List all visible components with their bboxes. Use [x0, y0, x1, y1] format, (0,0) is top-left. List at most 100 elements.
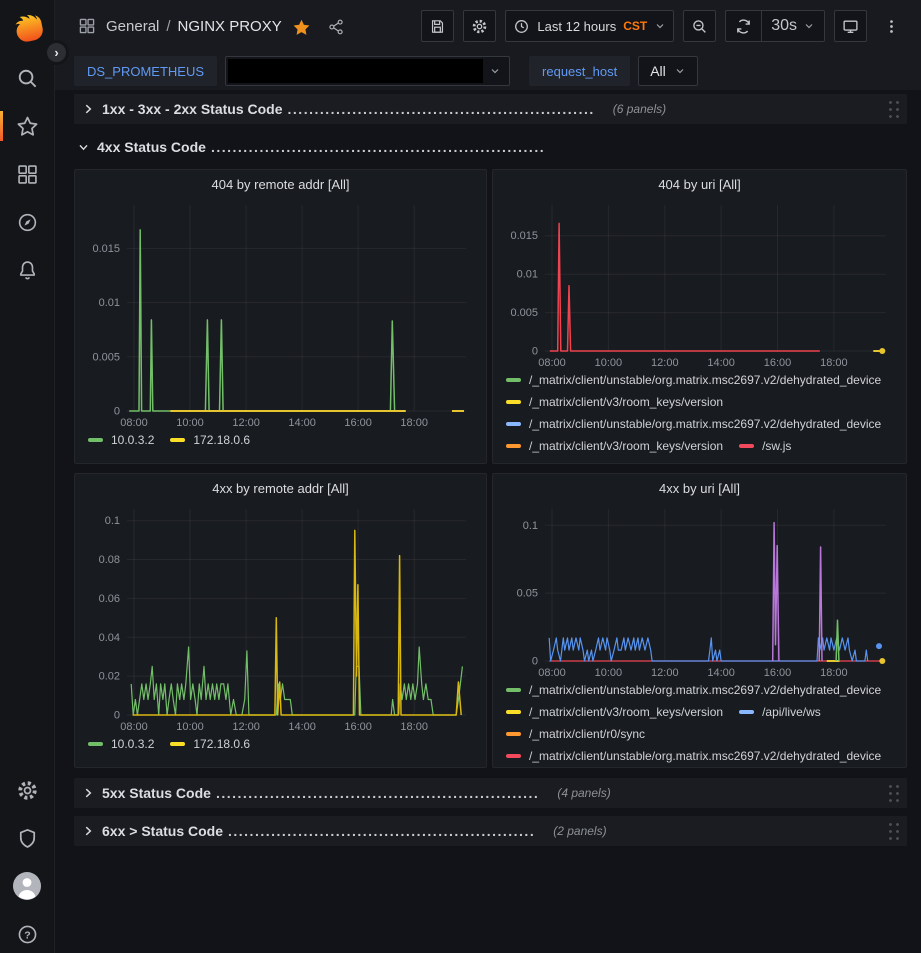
svg-text:16:00: 16:00 [344, 721, 372, 733]
datasource-variable-dropdown[interactable] [225, 56, 510, 86]
legend-series-label: 10.0.3.2 [111, 433, 154, 447]
panel-header[interactable]: 4xx by uri [All] [501, 477, 898, 501]
legend-row: /_matrix/client/unstable/org.matrix.msc2… [506, 679, 898, 701]
row-6xx[interactable]: 6xx > Status Code ......................… [74, 816, 907, 846]
svg-text:18:00: 18:00 [400, 721, 428, 733]
dashboard-grid-icon[interactable] [78, 17, 96, 35]
refresh-controls: 30s [725, 10, 825, 42]
grafana-logo[interactable] [10, 8, 45, 43]
share-icon[interactable] [327, 18, 345, 36]
row-1xx-3xx-2xx[interactable]: 1xx - 3xx - 2xx Status Code ............… [74, 94, 907, 124]
legend-item[interactable]: 172.18.0.6 [170, 433, 250, 447]
variable-label-ds-prometheus[interactable]: DS_PROMETHEUS [74, 56, 217, 86]
legend-series-label: /_matrix/client/v3/room_keys/version [529, 705, 723, 719]
svg-text:10:00: 10:00 [595, 667, 623, 679]
legend-item[interactable]: /api/live/ws [739, 705, 821, 719]
legend-series-label: /_matrix/client/v3/room_keys/version [529, 439, 723, 453]
panel-404-by-uri: 404 by uri [All] 00.0050.010.01508:0010:… [492, 169, 907, 464]
timeseries-chart[interactable]: 00.0050.010.01508:0010:0012:0014:0016:00… [83, 197, 478, 429]
svg-text:0: 0 [532, 656, 538, 668]
legend-item[interactable]: /_matrix/client/r0/sync [506, 727, 645, 741]
row-title: 4xx Status Code [97, 139, 206, 155]
variable-label-request-host[interactable]: request_host [529, 56, 630, 86]
legend-series-swatch [506, 444, 521, 448]
search-icon[interactable] [16, 67, 39, 90]
row-panel-count: (4 panels) [557, 786, 610, 800]
svg-text:12:00: 12:00 [651, 667, 679, 679]
legend-item[interactable]: /_matrix/client/unstable/org.matrix.msc2… [506, 373, 881, 387]
row-drag-handle[interactable] [886, 97, 901, 122]
refresh-button[interactable] [726, 11, 761, 41]
legend-item[interactable]: 10.0.3.2 [88, 433, 154, 447]
favorite-star-icon[interactable] [292, 18, 311, 37]
row-drag-handle[interactable] [886, 781, 901, 806]
svg-text:0.06: 0.06 [99, 593, 120, 605]
timeseries-chart[interactable]: 00.0050.010.01508:0010:0012:0014:0016:00… [501, 197, 898, 369]
legend-series-label: /sw.js [762, 439, 791, 453]
legend-item[interactable]: /_matrix/client/unstable/org.matrix.msc2… [506, 683, 881, 697]
sidebar-expand-button[interactable]: › [44, 40, 69, 65]
row-panel-count: (2 panels) [553, 824, 606, 838]
help-icon[interactable]: ? [16, 923, 39, 946]
refresh-interval-value: 30s [771, 17, 797, 35]
row-leader-dots: ........................................… [288, 101, 595, 117]
dashboards-icon[interactable] [16, 163, 39, 186]
legend-series-swatch [88, 742, 103, 746]
legend-row: 10.0.3.2 172.18.0.6 [88, 733, 478, 755]
dashboard-settings-button[interactable] [463, 10, 496, 42]
svg-text:14:00: 14:00 [707, 667, 735, 679]
cycle-view-monitor-button[interactable] [834, 10, 867, 42]
legend-item[interactable]: 172.18.0.6 [170, 737, 250, 751]
legend-series-label: /api/live/ws [762, 705, 821, 719]
zoom-out-button[interactable] [683, 10, 716, 42]
legend-item[interactable]: 10.0.3.2 [88, 737, 154, 751]
save-dashboard-button[interactable] [421, 10, 454, 42]
legend-item[interactable]: /sw.js [739, 439, 791, 453]
user-avatar[interactable] [13, 872, 41, 900]
svg-text:08:00: 08:00 [120, 721, 148, 733]
breadcrumb-folder[interactable]: General [106, 18, 159, 35]
panel-header[interactable]: 4xx by remote addr [All] [83, 477, 478, 501]
settings-gear-icon[interactable] [16, 779, 39, 802]
starred-dashboards-icon[interactable] [16, 115, 39, 138]
panel-header[interactable]: 404 by uri [All] [501, 173, 898, 197]
svg-text:0: 0 [114, 406, 120, 418]
row-4xx[interactable]: 4xx Status Code ........................… [74, 132, 907, 162]
panel-4xx-by-uri: 4xx by uri [All] 00.050.108:0010:0012:00… [492, 473, 907, 768]
row-5xx[interactable]: 5xx Status Code ........................… [74, 778, 907, 808]
timeseries-chart[interactable]: 00.050.108:0010:0012:0014:0016:0018:00 [501, 501, 898, 679]
panel-grid: 404 by remote addr [All] 00.0050.010.015… [74, 169, 907, 768]
refresh-interval-dropdown[interactable]: 30s [761, 11, 824, 41]
explore-compass-icon[interactable] [16, 211, 39, 234]
side-menu: › ? [0, 0, 55, 953]
row-leader-dots: ........................................… [211, 139, 545, 155]
legend-series-label: /_matrix/client/unstable/org.matrix.msc2… [529, 683, 881, 697]
legend-series-label: /_matrix/client/unstable/org.matrix.msc2… [529, 749, 881, 763]
svg-text:18:00: 18:00 [820, 667, 848, 679]
panel-4xx-by-remote-addr: 4xx by remote addr [All] 00.020.040.060.… [74, 473, 487, 768]
row-title: 1xx - 3xx - 2xx Status Code [102, 101, 283, 117]
legend-item[interactable]: /_matrix/client/v3/room_keys/version [506, 439, 723, 453]
admin-shield-icon[interactable] [16, 827, 39, 850]
legend-row: 10.0.3.2 172.18.0.6 [88, 429, 478, 451]
legend-item[interactable]: /_matrix/client/v3/room_keys/version [506, 705, 723, 719]
legend-item[interactable]: /_matrix/client/unstable/org.matrix.msc2… [506, 417, 881, 431]
legend-row: /_matrix/client/v3/room_keys/version/api… [506, 701, 898, 723]
legend-item[interactable]: /_matrix/client/unstable/org.matrix.msc2… [506, 749, 881, 763]
legend: 10.0.3.2 172.18.0.6 [83, 429, 478, 451]
row-leader-dots: ........................................… [228, 823, 535, 839]
active-section-indicator [0, 111, 3, 141]
legend-series-label: /_matrix/client/unstable/org.matrix.msc2… [529, 373, 881, 387]
legend-item[interactable]: /_matrix/client/v3/room_keys/version [506, 395, 723, 409]
row-drag-handle[interactable] [886, 819, 901, 844]
timeseries-chart[interactable]: 00.020.040.060.080.108:0010:0012:0014:00… [83, 501, 478, 733]
svg-text:14:00: 14:00 [288, 721, 316, 733]
request-host-variable-dropdown[interactable]: All [638, 56, 698, 86]
svg-text:0: 0 [114, 710, 120, 722]
time-range-picker[interactable]: Last 12 hours CST [505, 10, 674, 42]
row-leader-dots: ........................................… [216, 785, 539, 801]
more-options-kebab[interactable] [876, 10, 907, 42]
svg-text:0.1: 0.1 [105, 515, 120, 527]
panel-header[interactable]: 404 by remote addr [All] [83, 173, 478, 197]
alerting-bell-icon[interactable] [16, 259, 39, 282]
